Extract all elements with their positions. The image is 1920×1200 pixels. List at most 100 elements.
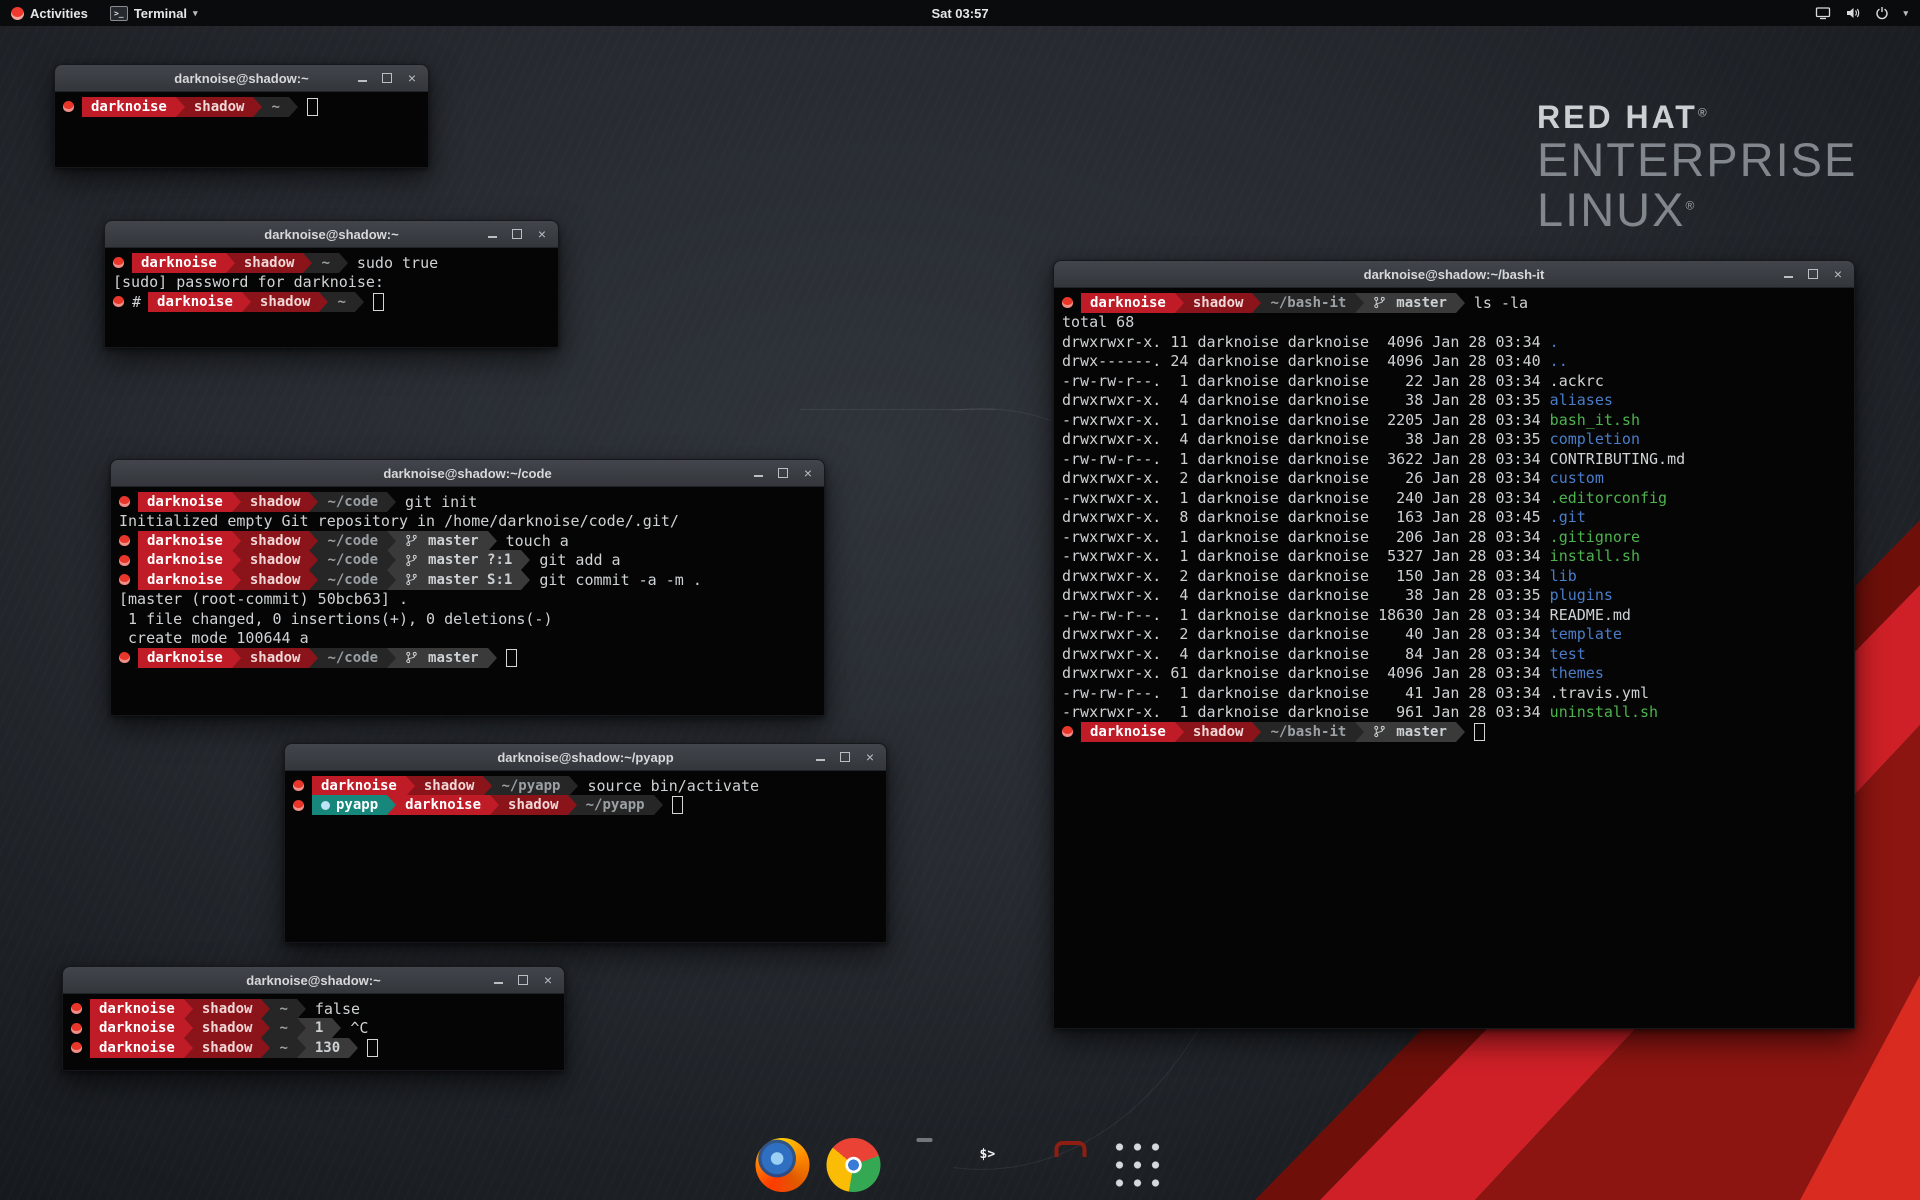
cursor bbox=[307, 98, 318, 116]
terminal-line: drwxrwxr-x. 11 darknoise darknoise 4096 … bbox=[1062, 332, 1846, 352]
terminal-window-6[interactable]: darknoise@shadow:~/bash-itdarknoiseshado… bbox=[1053, 260, 1855, 1029]
powerline-separator-icon bbox=[184, 999, 193, 1019]
powerline-separator-icon bbox=[232, 648, 241, 668]
maximize-button[interactable] bbox=[1807, 268, 1819, 280]
terminal-content[interactable]: darknoiseshadow~ bbox=[55, 92, 428, 176]
dock-files[interactable] bbox=[898, 1138, 952, 1192]
window-buttons bbox=[356, 65, 418, 91]
prompt-segment-host: shadow bbox=[185, 97, 254, 117]
prompt-segment-git: master bbox=[1364, 722, 1456, 742]
window-buttons bbox=[486, 221, 548, 247]
ls-entry-name: .travis.yml bbox=[1550, 684, 1649, 702]
terminal-line: darknoiseshadow~/codemaster ?:1git add a bbox=[119, 551, 816, 571]
system-menu-caret-icon: ▾ bbox=[1903, 8, 1908, 19]
close-button[interactable] bbox=[406, 72, 418, 84]
terminal-window-5[interactable]: darknoise@shadow:~darknoiseshadow~falsed… bbox=[62, 966, 565, 1071]
dock-terminal[interactable] bbox=[969, 1138, 1023, 1192]
minimize-button[interactable] bbox=[356, 72, 368, 84]
window-titlebar[interactable]: darknoise@shadow:~/code bbox=[111, 460, 824, 487]
prompt-segment-path: ~/pyapp bbox=[577, 795, 654, 815]
minimize-button[interactable] bbox=[814, 751, 826, 763]
terminal-line: drwxrwxr-x. 2 darknoise darknoise 150 Ja… bbox=[1062, 566, 1846, 586]
ls-entry-name: .. bbox=[1550, 352, 1568, 370]
dock-chrome[interactable] bbox=[827, 1138, 881, 1192]
powerline-separator-icon bbox=[232, 550, 241, 570]
minimize-button[interactable] bbox=[486, 228, 498, 240]
git-branch-icon bbox=[405, 534, 423, 547]
terminal-line: drwxrwxr-x. 4 darknoise darknoise 38 Jan… bbox=[1062, 586, 1846, 606]
terminal-line: darknoiseshadow~1^C bbox=[71, 1019, 556, 1039]
git-branch-icon bbox=[1373, 725, 1391, 738]
redhat-prompt-icon bbox=[113, 296, 124, 307]
redhat-prompt-icon bbox=[1062, 297, 1073, 308]
dock-firefox[interactable] bbox=[756, 1138, 810, 1192]
close-button[interactable] bbox=[536, 228, 548, 240]
terminal-content[interactable]: darknoiseshadow~sudo true[sudo] password… bbox=[105, 248, 558, 356]
app-menu-terminal[interactable]: Terminal ▾ bbox=[99, 0, 209, 26]
powerline-separator-icon bbox=[309, 570, 318, 590]
powerline-separator-icon bbox=[232, 531, 241, 551]
prompt-segment-user: darknoise bbox=[132, 253, 226, 273]
powerline-separator-icon bbox=[232, 570, 241, 590]
window-titlebar[interactable]: darknoise@shadow:~ bbox=[105, 221, 558, 248]
window-titlebar[interactable]: darknoise@shadow:~/bash-it bbox=[1054, 261, 1854, 288]
close-button[interactable] bbox=[802, 467, 814, 479]
minimize-button[interactable] bbox=[492, 974, 504, 986]
ls-entry-name: .gitignore bbox=[1550, 528, 1640, 546]
chevron-down-icon: ▾ bbox=[193, 8, 198, 19]
terminal-window-4[interactable]: darknoise@shadow:~/pyappdarknoiseshadow~… bbox=[284, 743, 887, 943]
prompt-segment-user: darknoise bbox=[148, 292, 242, 312]
powerline-separator-icon bbox=[309, 648, 318, 668]
window-titlebar[interactable]: darknoise@shadow:~/pyapp bbox=[285, 744, 886, 771]
powerline-separator-icon bbox=[309, 550, 318, 570]
terminal-window-1[interactable]: darknoise@shadow:~darknoiseshadow~ bbox=[54, 64, 429, 168]
prompt-segment-host: shadow bbox=[241, 550, 310, 570]
minimize-button[interactable] bbox=[752, 467, 764, 479]
terminal-content[interactable]: darknoiseshadow~/codegit initInitialized… bbox=[111, 487, 824, 724]
terminal-content[interactable]: darknoiseshadow~falsedarknoiseshadow~1^C… bbox=[63, 994, 564, 1079]
maximize-button[interactable] bbox=[517, 974, 529, 986]
terminal-window-2[interactable]: darknoise@shadow:~darknoiseshadow~sudo t… bbox=[104, 220, 559, 348]
close-button[interactable] bbox=[864, 751, 876, 763]
maximize-button[interactable] bbox=[381, 72, 393, 84]
clock[interactable]: Sat 03:57 bbox=[931, 6, 988, 21]
close-button[interactable] bbox=[1832, 268, 1844, 280]
ls-entry-meta: drwxrwxr-x. 4 darknoise darknoise 38 Jan… bbox=[1062, 586, 1550, 604]
chrome-icon bbox=[827, 1138, 881, 1192]
terminal-line: 1 file changed, 0 insertions(+), 0 delet… bbox=[119, 609, 816, 629]
prompt-segment-host: shadow bbox=[241, 492, 310, 512]
terminal-line: darknoiseshadow~130 bbox=[71, 1038, 556, 1058]
top-bar-left: Activities Terminal ▾ bbox=[0, 0, 209, 26]
prompt-segment-host: shadow bbox=[499, 795, 568, 815]
terminal-content[interactable]: darknoiseshadow~/pyappsource bin/activat… bbox=[285, 771, 886, 951]
maximize-button[interactable] bbox=[511, 228, 523, 240]
prompt-segment-path: ~ bbox=[328, 292, 354, 312]
close-button[interactable] bbox=[542, 974, 554, 986]
powerline-separator-icon bbox=[355, 292, 364, 312]
prompt-segment-host: shadow bbox=[241, 570, 310, 590]
terminal-line: -rwxrwxr-x. 1 darknoise darknoise 240 Ja… bbox=[1062, 488, 1846, 508]
prompt-segment-user: darknoise bbox=[138, 648, 232, 668]
command-text: git init bbox=[405, 493, 477, 511]
maximize-button[interactable] bbox=[839, 751, 851, 763]
prompt-segment-venv: pyapp bbox=[312, 795, 387, 815]
window-titlebar[interactable]: darknoise@shadow:~ bbox=[55, 65, 428, 92]
powerline-separator-icon bbox=[184, 1018, 193, 1038]
window-titlebar[interactable]: darknoise@shadow:~ bbox=[63, 967, 564, 994]
activities-button[interactable]: Activities bbox=[0, 0, 99, 26]
system-status-area[interactable]: ▾ bbox=[1803, 0, 1920, 26]
terminal-content[interactable]: darknoiseshadow~/bash-itmasterls -latota… bbox=[1054, 288, 1854, 1037]
terminal-window-3[interactable]: darknoise@shadow:~/code darknoiseshadow~/… bbox=[110, 459, 825, 716]
window-buttons bbox=[814, 744, 876, 770]
terminal-app-icon bbox=[110, 6, 128, 21]
terminal-line: darknoiseshadow~/codemaster bbox=[119, 648, 816, 668]
ls-entry-name: themes bbox=[1550, 664, 1604, 682]
maximize-button[interactable] bbox=[777, 467, 789, 479]
terminal-line: drwxrwxr-x. 4 darknoise darknoise 38 Jan… bbox=[1062, 430, 1846, 450]
output-text: [master (root-commit) 50bcb63] . bbox=[119, 590, 408, 608]
ls-entry-name: aliases bbox=[1550, 391, 1613, 409]
minimize-button[interactable] bbox=[1782, 268, 1794, 280]
dock-toolbox[interactable] bbox=[1040, 1138, 1094, 1192]
terminal-line: -rwxrwxr-x. 1 darknoise darknoise 5327 J… bbox=[1062, 547, 1846, 567]
dock-app-grid[interactable] bbox=[1111, 1138, 1165, 1192]
